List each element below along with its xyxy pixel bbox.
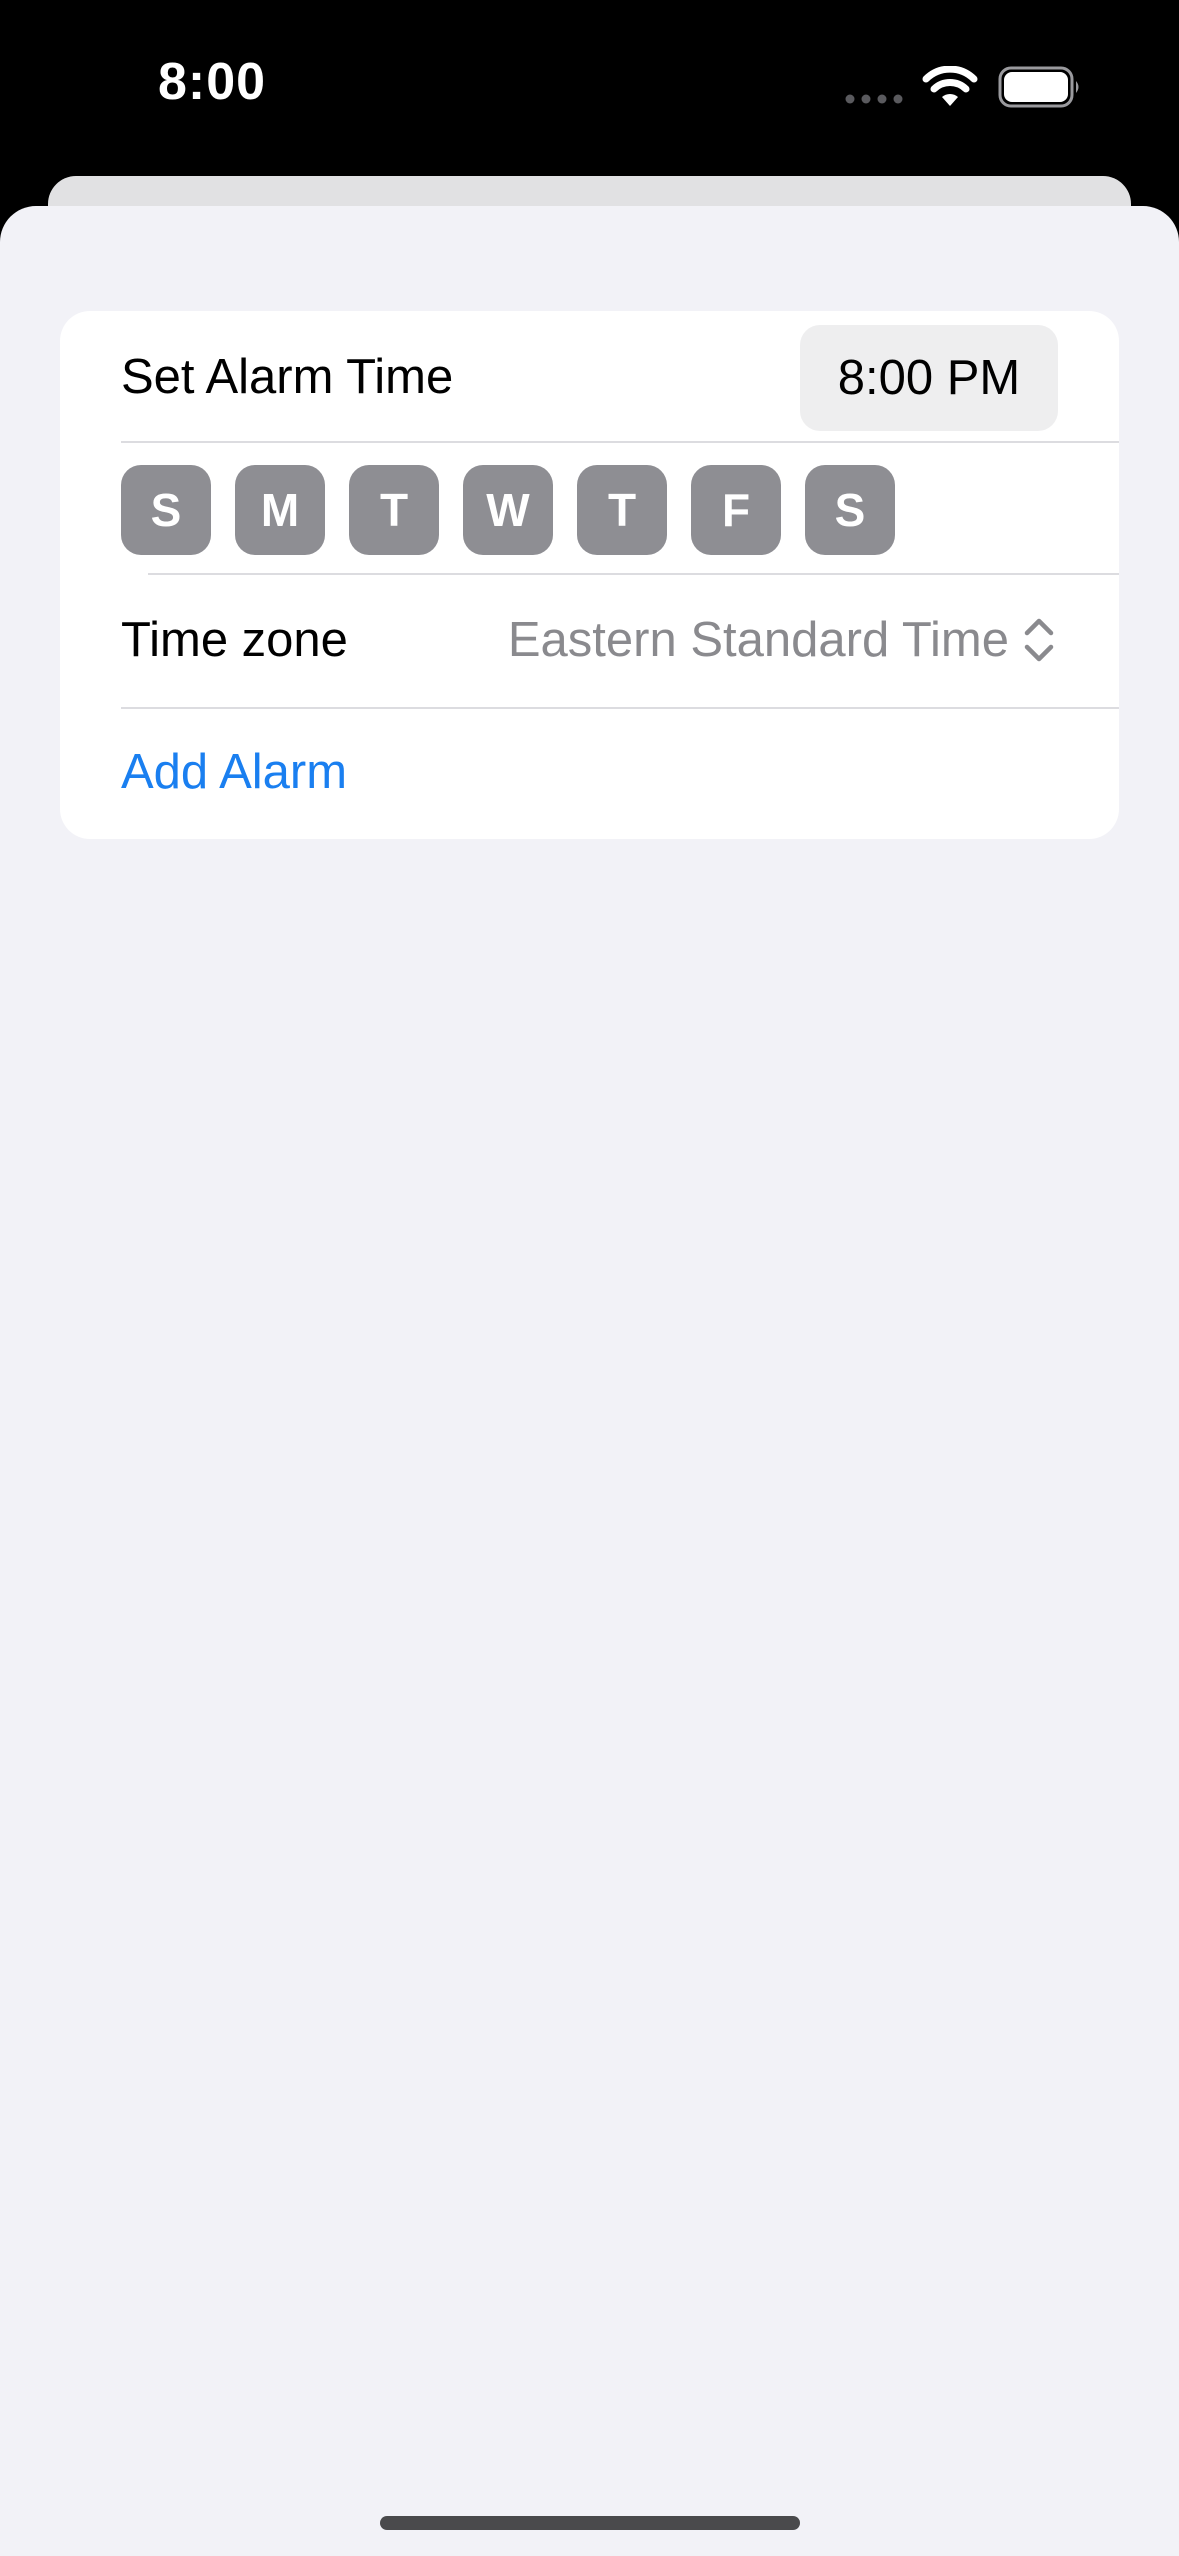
- day-button-friday[interactable]: F: [691, 465, 781, 555]
- alarm-time-picker[interactable]: 8:00 PM: [800, 325, 1058, 431]
- timezone-label: Time zone: [121, 613, 348, 667]
- home-indicator[interactable]: [380, 2516, 800, 2530]
- cellular-dots-icon: [845, 94, 903, 104]
- timezone-picker[interactable]: Eastern Standard Time: [508, 616, 1009, 665]
- day-button-tuesday[interactable]: T: [349, 465, 439, 555]
- separator: [121, 441, 1119, 443]
- alarm-time-label: Set Alarm Time: [121, 350, 454, 404]
- separator: [121, 707, 1119, 709]
- chevron-up-down-icon[interactable]: [1022, 614, 1056, 666]
- battery-icon: [998, 66, 1079, 108]
- wifi-icon: [922, 66, 978, 106]
- day-button-wednesday[interactable]: W: [463, 465, 553, 555]
- separator: [148, 573, 1119, 575]
- day-button-sunday[interactable]: S: [121, 465, 211, 555]
- day-button-monday[interactable]: M: [235, 465, 325, 555]
- status-time: 8:00: [158, 53, 267, 111]
- screen: 8:00 Set Alarm Time 8:00 PM S M T W T F …: [0, 0, 1179, 2556]
- add-alarm-button[interactable]: Add Alarm: [121, 748, 347, 797]
- day-button-saturday[interactable]: S: [805, 465, 895, 555]
- day-button-thursday[interactable]: T: [577, 465, 667, 555]
- alarm-form-card: Set Alarm Time 8:00 PM S M T W T F S Tim…: [60, 311, 1119, 839]
